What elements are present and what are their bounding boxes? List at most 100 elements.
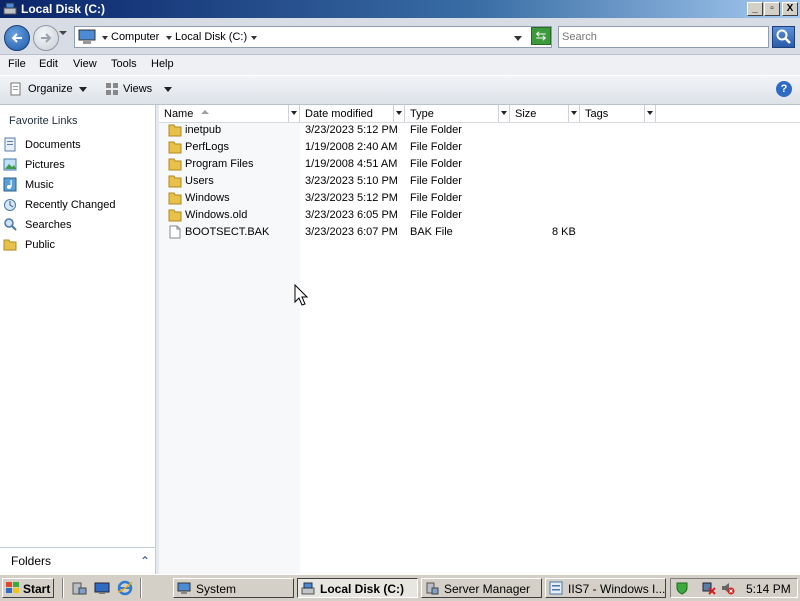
column-header-name[interactable]: Name <box>159 105 300 122</box>
menu-view[interactable]: View <box>73 58 97 70</box>
address-box[interactable]: Computer Local Disk (C:) <box>74 26 552 48</box>
network-icon[interactable] <box>702 581 716 595</box>
folders-label: Folders <box>11 554 52 568</box>
nav-link-music[interactable]: Music <box>0 176 150 194</box>
refresh-icon: ⇆ <box>535 28 547 43</box>
forward-button[interactable] <box>33 25 59 51</box>
column-header-label: Type <box>410 108 434 120</box>
file-type: BAK File <box>410 226 453 238</box>
task-label: IIS7 - Windows I... <box>568 582 666 596</box>
column-header-label: Date modified <box>305 108 373 120</box>
column-filter-dropdown-icon[interactable] <box>568 105 579 122</box>
help-icon[interactable]: ? <box>776 81 792 97</box>
nav-link-pictures[interactable]: Pictures <box>0 156 150 174</box>
breadcrumb-separator-icon[interactable] <box>102 36 108 40</box>
file-type: File Folder <box>410 175 462 187</box>
table-row[interactable]: PerfLogs 1/19/2008 2:40 AM File Folder <box>159 139 800 156</box>
search-button[interactable] <box>772 26 795 48</box>
breadcrumb-separator-icon[interactable] <box>251 36 257 40</box>
chevron-up-icon[interactable]: ⌃ <box>140 554 150 568</box>
menu-help[interactable]: Help <box>151 58 174 70</box>
back-button[interactable] <box>4 25 30 51</box>
column-filter-dropdown-icon[interactable] <box>498 105 509 122</box>
security-shield-icon[interactable] <box>675 581 689 595</box>
folder-icon <box>168 141 182 154</box>
views-dropdown-icon[interactable] <box>164 87 172 92</box>
nav-link-documents[interactable]: Documents <box>0 136 150 154</box>
file-date: 3/23/2023 5:12 PM <box>305 124 398 136</box>
close-button[interactable]: X <box>782 2 798 16</box>
refresh-button[interactable]: ⇆ <box>531 27 551 45</box>
file-name: Windows.old <box>185 209 248 221</box>
folders-bar[interactable]: Folders ⌃ <box>0 547 155 575</box>
menu-file[interactable]: File <box>8 58 26 70</box>
system-icon <box>177 582 191 594</box>
task-server-manager[interactable]: Server Manager <box>421 578 542 598</box>
show-desktop-icon[interactable] <box>94 580 110 596</box>
minimize-button[interactable]: _ <box>747 2 763 16</box>
file-list: Name Date modified Type Size Tags inetpu… <box>159 105 800 574</box>
iis-icon <box>549 581 563 595</box>
file-type: File Folder <box>410 209 462 221</box>
column-filter-dropdown-icon[interactable] <box>288 105 299 122</box>
magnifier-icon <box>776 29 791 44</box>
column-filter-dropdown-icon[interactable] <box>644 105 655 122</box>
sort-ascending-icon <box>201 110 209 114</box>
breadcrumb-separator-icon[interactable] <box>166 36 172 40</box>
table-row[interactable]: Program Files 1/19/2008 4:51 AM File Fol… <box>159 156 800 173</box>
column-header-tags[interactable]: Tags <box>580 105 656 122</box>
restore-button[interactable]: ▫ <box>764 2 780 16</box>
column-header-type[interactable]: Type <box>405 105 510 122</box>
breadcrumb-computer[interactable]: Computer <box>111 31 159 43</box>
table-row[interactable]: BOOTSECT.BAK 3/23/2023 6:07 PM BAK File … <box>159 224 800 241</box>
nav-link-label: Pictures <box>25 159 65 171</box>
history-dropdown-icon[interactable] <box>59 31 67 35</box>
system-tray: 5:14 PM <box>670 578 798 598</box>
title-bar[interactable]: Local Disk (C:) _ ▫ X <box>0 0 800 18</box>
column-header-label: Tags <box>585 108 609 120</box>
address-toolbar: Computer Local Disk (C:) ⇆ <box>0 18 800 55</box>
file-type: File Folder <box>410 192 462 204</box>
nav-link-label: Recently Changed <box>25 199 116 211</box>
search-input[interactable] <box>558 26 769 48</box>
views-button[interactable]: Views <box>123 83 152 95</box>
table-row[interactable]: Windows 3/23/2023 5:12 PM File Folder <box>159 190 800 207</box>
column-filter-dropdown-icon[interactable] <box>393 105 404 122</box>
file-date: 3/23/2023 5:12 PM <box>305 192 398 204</box>
task-iis7[interactable]: IIS7 - Windows I... <box>545 578 666 598</box>
file-type: File Folder <box>410 158 462 170</box>
clock[interactable]: 5:14 PM <box>746 582 791 596</box>
server-manager-quicklaunch-icon[interactable] <box>71 580 87 596</box>
table-row[interactable]: Users 3/23/2023 5:10 PM File Folder <box>159 173 800 190</box>
task-system[interactable]: System <box>173 578 294 598</box>
column-header-row: Name Date modified Type Size Tags <box>159 105 800 123</box>
file-name: Windows <box>185 192 230 204</box>
column-header-size[interactable]: Size <box>510 105 580 122</box>
file-size: 8 KB <box>552 226 576 238</box>
folder-icon <box>168 175 182 188</box>
column-header-date-modified[interactable]: Date modified <box>300 105 405 122</box>
nav-link-recently-changed[interactable]: Recently Changed <box>0 196 150 214</box>
internet-explorer-icon[interactable] <box>117 580 133 596</box>
breadcrumb-local-disk[interactable]: Local Disk (C:) <box>175 31 247 43</box>
organize-dropdown-icon[interactable] <box>79 87 87 92</box>
file-date: 3/23/2023 6:07 PM <box>305 226 398 238</box>
searches-icon <box>4 218 17 231</box>
forward-arrow-icon <box>41 33 52 43</box>
organize-button[interactable]: Organize <box>28 83 73 95</box>
volume-muted-icon[interactable] <box>721 581 735 595</box>
task-label: Local Disk (C:) <box>320 582 405 596</box>
address-dropdown-icon[interactable] <box>514 36 522 41</box>
nav-link-searches[interactable]: Searches <box>0 216 150 234</box>
drive-icon <box>301 582 315 595</box>
taskbar-separator <box>140 578 142 598</box>
nav-link-public[interactable]: Public <box>0 236 150 254</box>
menu-tools[interactable]: Tools <box>111 58 137 70</box>
pictures-icon <box>3 158 17 171</box>
menu-edit[interactable]: Edit <box>39 58 58 70</box>
start-button[interactable]: Start <box>2 578 54 598</box>
table-row[interactable]: inetpub 3/23/2023 5:12 PM File Folder <box>159 122 800 139</box>
documents-icon <box>4 137 16 152</box>
task-local-disk[interactable]: Local Disk (C:) <box>297 578 418 598</box>
table-row[interactable]: Windows.old 3/23/2023 6:05 PM File Folde… <box>159 207 800 224</box>
